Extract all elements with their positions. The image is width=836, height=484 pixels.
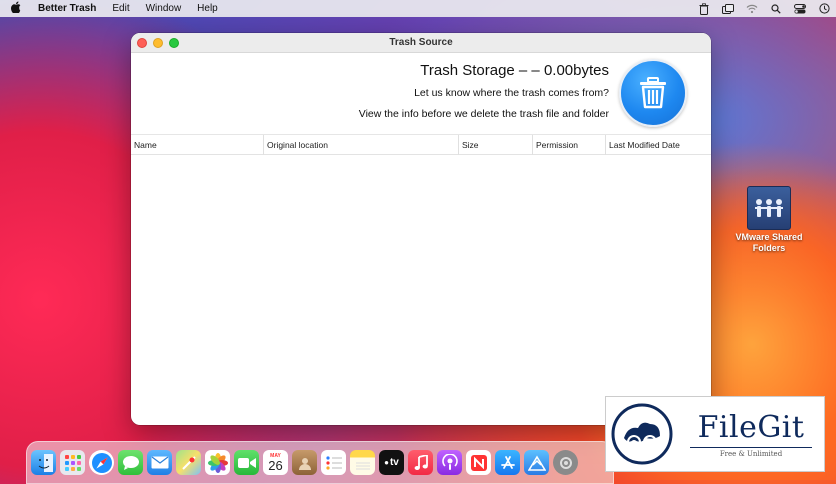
empty-trash-button[interactable]	[619, 59, 687, 127]
trash-can-icon	[640, 77, 666, 109]
window-title: Trash Source	[389, 37, 453, 48]
trash-storage-label: Trash Storage – – 0.00bytes	[420, 62, 609, 79]
dock-news-icon[interactable]	[466, 450, 491, 475]
desktop-icon-label-line1: VMware Shared	[735, 232, 803, 242]
menu-extras	[698, 0, 830, 17]
dock-notes-icon[interactable]	[350, 450, 375, 475]
tv-apple-icon: ●	[384, 458, 389, 467]
menu-window[interactable]: Window	[138, 0, 190, 17]
minimize-window-button[interactable]	[153, 38, 163, 48]
wifi-icon[interactable]	[746, 3, 758, 15]
dock: MAY 26 ● tv	[26, 441, 614, 484]
trash-source-window: Trash Source Trash Storage – – 0.00bytes…	[131, 33, 711, 425]
tv-label: tv	[389, 457, 399, 468]
dock-podcasts-icon[interactable]	[437, 450, 462, 475]
window-titlebar[interactable]: Trash Source	[131, 33, 711, 53]
dock-music-icon[interactable]	[408, 450, 433, 475]
dock-facetime-icon[interactable]	[234, 450, 259, 475]
filegit-tagline: Free & Unlimited	[690, 446, 812, 458]
window-controls	[137, 38, 179, 48]
dock-calendar-icon[interactable]: MAY 26	[263, 450, 288, 475]
dock-system-preferences-icon[interactable]	[553, 450, 578, 475]
column-header-name[interactable]: Name	[131, 135, 264, 155]
menu-edit[interactable]: Edit	[104, 0, 137, 17]
dock-app-store-icon[interactable]	[495, 450, 520, 475]
column-header-size[interactable]: Size	[459, 135, 533, 155]
desktop-icon-vmware-shared-folders[interactable]: VMware Shared Folders	[728, 186, 810, 254]
menu-bar: Better Trash Edit Window Help	[0, 0, 836, 17]
dock-reminders-icon[interactable]	[321, 450, 346, 475]
clock-icon[interactable]	[818, 3, 830, 15]
storage-header: Trash Storage – – 0.00bytes Let us know …	[131, 53, 711, 135]
dock-testflight-icon[interactable]	[524, 450, 549, 475]
control-center-icon[interactable]	[794, 3, 806, 15]
dock-safari-icon[interactable]	[89, 450, 114, 475]
spotlight-search-icon[interactable]	[770, 3, 782, 15]
apple-menu-icon[interactable]	[0, 1, 32, 16]
calendar-day: 26	[268, 457, 283, 473]
dock-mail-icon[interactable]	[147, 450, 172, 475]
dock-tv-icon[interactable]: ● tv	[379, 450, 404, 475]
filegit-logo-icon	[606, 398, 678, 470]
info-instruction: View the info before we delete the trash…	[358, 108, 609, 120]
zoom-window-button[interactable]	[169, 38, 179, 48]
dock-photos-icon[interactable]	[205, 450, 230, 475]
info-question: Let us know where the trash comes from?	[414, 87, 609, 99]
dock-maps-icon[interactable]	[176, 450, 201, 475]
close-window-button[interactable]	[137, 38, 147, 48]
trash-table-header: Name Original location Size Permission L…	[131, 135, 711, 155]
filegit-watermark: FileGit Free & Unlimited	[605, 396, 825, 472]
dock-launchpad-icon[interactable]	[60, 450, 85, 475]
dock-messages-icon[interactable]	[118, 450, 143, 475]
shared-folder-drive-icon	[747, 186, 791, 230]
column-header-last-modified-date[interactable]: Last Modified Date	[606, 135, 711, 155]
menu-app-name[interactable]: Better Trash	[32, 0, 104, 17]
dock-finder-icon[interactable]	[31, 450, 56, 475]
menu-help[interactable]: Help	[189, 0, 226, 17]
window-status-icon[interactable]	[722, 3, 734, 15]
trash-table-body[interactable]	[131, 155, 711, 423]
filegit-brand: FileGit	[697, 409, 805, 445]
desktop-icon-label-line2: Folders	[752, 243, 786, 253]
dock-contacts-icon[interactable]	[292, 450, 317, 475]
filegit-text: FileGit Free & Unlimited	[678, 409, 824, 458]
column-header-permission[interactable]: Permission	[533, 135, 606, 155]
trash-status-icon[interactable]	[698, 2, 710, 15]
column-header-original-location[interactable]: Original location	[264, 135, 459, 155]
